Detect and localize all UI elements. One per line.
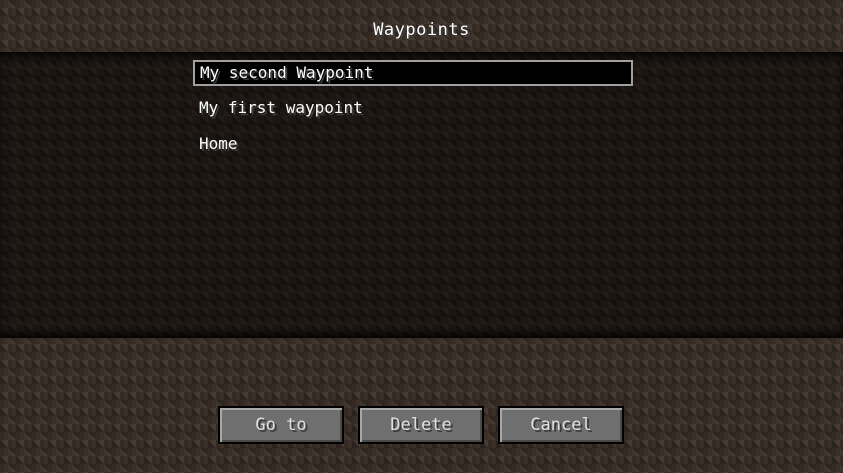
screen-title: Waypoints	[373, 20, 470, 40]
delete-button[interactable]: Delete	[358, 406, 484, 444]
waypoint-entry[interactable]: Home	[193, 132, 633, 158]
waypoint-entry-selected[interactable]: My second Waypoint	[193, 60, 633, 86]
cancel-button[interactable]: Cancel	[498, 406, 624, 444]
waypoint-entry[interactable]: My first waypoint	[193, 96, 633, 122]
header: Waypoints	[0, 0, 843, 52]
go-to-button[interactable]: Go to	[218, 406, 344, 444]
waypoints-screen: Waypoints My second Waypoint My first wa…	[0, 0, 843, 473]
waypoint-list[interactable]: My second Waypoint My first waypoint Hom…	[0, 52, 843, 338]
